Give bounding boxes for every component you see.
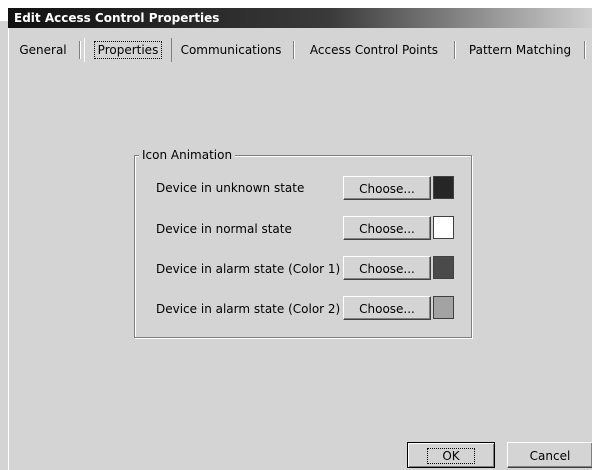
ok-button[interactable]: OK [407, 442, 495, 468]
unknown-state-label: Device in unknown state [156, 181, 305, 195]
alarm-color2-label: Device in alarm state (Color 2) [156, 302, 341, 316]
alarm-color2-swatch [433, 296, 454, 319]
tab-properties-label: Properties [93, 41, 163, 59]
normal-state-label: Device in normal state [156, 222, 292, 236]
tab-separator [293, 41, 295, 59]
title-bar: Edit Access Control Properties [0, 0, 592, 28]
window-title: Edit Access Control Properties [14, 11, 220, 25]
choose-alarm-color2-button[interactable]: Choose... [343, 296, 431, 320]
cancel-button[interactable]: Cancel [507, 442, 592, 468]
tab-access-control-points-label: Access Control Points [309, 43, 439, 57]
unknown-state-color-swatch [433, 176, 454, 199]
tab-pattern-matching[interactable]: Pattern Matching [459, 38, 581, 62]
choose-normal-color-button[interactable]: Choose... [343, 216, 431, 240]
tab-general[interactable]: General [14, 38, 72, 62]
tab-strip: General Properties Communications Access… [8, 38, 592, 64]
tab-communications-label: Communications [180, 43, 282, 57]
choose-alarm-color1-button[interactable]: Choose... [343, 256, 431, 280]
icon-animation-group-label: Icon Animation [139, 148, 236, 162]
choose-unknown-color-button[interactable]: Choose... [343, 176, 431, 200]
tab-properties[interactable]: Properties [84, 38, 172, 62]
tab-communications[interactable]: Communications [176, 38, 286, 62]
tab-pattern-matching-label: Pattern Matching [468, 43, 572, 57]
tab-separator [79, 41, 81, 59]
tab-separator [584, 41, 586, 59]
tab-general-label: General [19, 43, 67, 57]
alarm-color1-swatch [433, 256, 454, 279]
alarm-color1-label: Device in alarm state (Color 1) [156, 262, 341, 276]
normal-state-color-swatch [433, 216, 454, 239]
tab-separator [454, 41, 456, 59]
tab-access-control-points[interactable]: Access Control Points [298, 38, 450, 62]
ok-button-label: OK [427, 448, 475, 464]
